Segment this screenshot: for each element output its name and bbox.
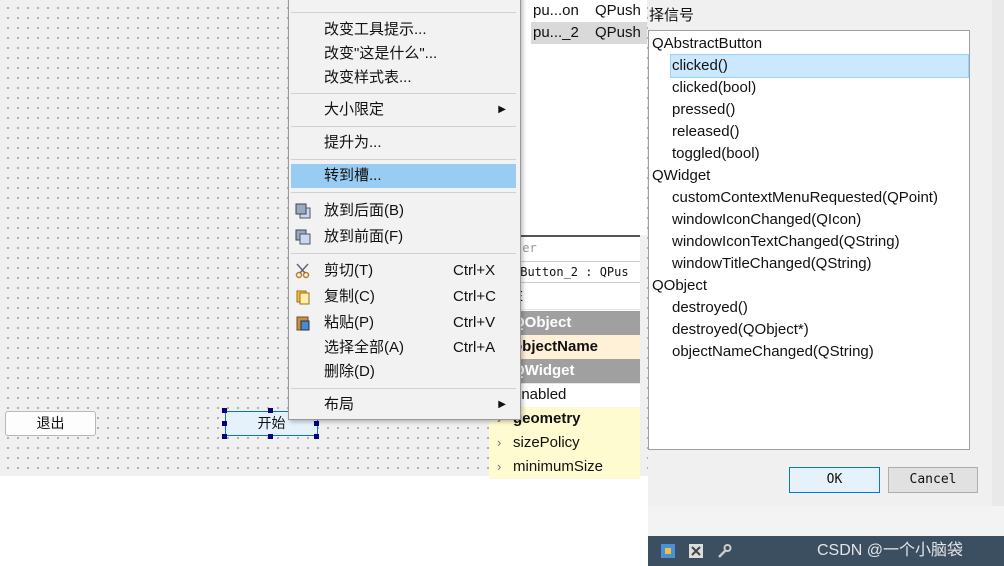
selection-handle[interactable] — [314, 421, 319, 426]
submenu-arrow-icon: ▶ — [498, 399, 506, 410]
menu-separator — [291, 192, 516, 193]
selection-handle[interactable] — [222, 408, 227, 413]
menu-item-bring-to-front[interactable]: 放到前面(F) — [291, 225, 516, 249]
submenu-arrow-icon: ▶ — [498, 104, 506, 115]
menu-item-go-to-slot[interactable]: 转到槽... — [291, 164, 516, 188]
signal-item[interactable]: customContextMenuRequested(QPoint) — [672, 187, 938, 209]
menu-item-promote-to[interactable]: 提升为... — [291, 131, 516, 155]
signal-item[interactable]: released() — [672, 121, 740, 143]
send-to-back-icon — [295, 203, 311, 219]
menu-item-size-constraints[interactable]: 大小限定 ▶ — [291, 98, 516, 122]
signal-list[interactable]: QAbstractButton clicked() clicked(bool) … — [648, 30, 970, 450]
selection-handle[interactable] — [222, 421, 227, 426]
object-class: QPush — [595, 2, 641, 19]
menu-separator — [291, 253, 516, 254]
signal-item[interactable]: pressed() — [672, 99, 735, 121]
window-bottom-area — [648, 506, 1004, 536]
object-class: QPush — [595, 24, 641, 41]
background-window — [992, 0, 1004, 506]
selection-handle[interactable] — [222, 434, 227, 439]
wrench-icon[interactable] — [716, 543, 732, 559]
close-icon[interactable] — [688, 543, 704, 559]
watermark-text: CSDN @一个小脑袋 — [817, 542, 964, 559]
menu-separator — [291, 159, 516, 160]
paste-icon — [296, 316, 310, 331]
menu-item-send-to-back[interactable]: 放到后面(B) — [291, 199, 516, 223]
menu-item-layout[interactable]: 布局 ▶ — [291, 393, 516, 417]
menu-item-change-tooltip[interactable]: 改变工具提示... — [291, 18, 516, 42]
menu-separator — [291, 126, 516, 127]
exit-button[interactable]: 退出 — [5, 411, 96, 436]
chevron-right-icon[interactable]: › — [497, 455, 501, 479]
signal-item[interactable]: windowIconTextChanged(QString) — [672, 231, 900, 253]
menu-separator — [291, 93, 516, 94]
signal-class-header[interactable]: QAbstractButton — [652, 33, 762, 55]
scissors-icon — [295, 263, 310, 279]
bring-to-front-icon — [295, 229, 311, 245]
menu-separator — [291, 388, 516, 389]
signal-item[interactable]: objectNameChanged(QString) — [672, 341, 874, 363]
menu-item-paste[interactable]: 粘贴(P) Ctrl+V — [291, 311, 516, 335]
menu-item-change-stylesheet[interactable]: 改变样式表... — [291, 66, 516, 90]
menu-item-delete[interactable]: 删除(D) — [291, 360, 516, 384]
app-icon[interactable] — [660, 543, 676, 559]
property-row[interactable]: › minimumSize — [489, 455, 640, 479]
signal-item[interactable]: destroyed() — [672, 297, 748, 319]
signal-item[interactable]: clicked() — [670, 54, 969, 78]
menu-item-cut[interactable]: 剪切(T) Ctrl+X — [291, 259, 516, 283]
selection-handle[interactable] — [314, 434, 319, 439]
menu-item-select-all[interactable]: 选择全部(A) Ctrl+A — [291, 336, 516, 360]
menu-item-copy[interactable]: 复制(C) Ctrl+C — [291, 285, 516, 309]
signal-group-title: 择信号 — [649, 7, 695, 24]
context-menu: 改变工具提示... 改变"这是什么"... 改变样式表... 大小限定 ▶ 提升为… — [288, 0, 521, 420]
signal-class-header[interactable]: QObject — [652, 275, 707, 297]
signal-item[interactable]: toggled(bool) — [672, 143, 760, 165]
property-row[interactable]: › sizePolicy — [489, 431, 640, 456]
signal-item[interactable]: windowTitleChanged(QString) — [672, 253, 872, 275]
chevron-right-icon[interactable]: › — [497, 431, 501, 455]
object-name: pu...on — [533, 2, 579, 19]
menu-separator — [291, 12, 516, 13]
selection-handle[interactable] — [268, 408, 273, 413]
object-row[interactable]: pu..._2 QPush — [531, 22, 647, 44]
object-inspector: pu...on QPush pu..._2 QPush — [519, 0, 647, 235]
ok-button[interactable]: OK — [789, 467, 880, 493]
object-row[interactable]: pu...on QPush — [519, 0, 647, 22]
selection-handle[interactable] — [268, 434, 273, 439]
signal-item[interactable]: clicked(bool) — [672, 77, 756, 99]
copy-icon — [296, 290, 310, 305]
cancel-button[interactable]: Cancel — [888, 467, 978, 493]
signal-item[interactable]: windowIconChanged(QIcon) — [672, 209, 861, 231]
signal-item[interactable]: destroyed(QObject*) — [672, 319, 809, 341]
menu-item-change-whats-this[interactable]: 改变"这是什么"... — [291, 42, 516, 66]
signal-class-header[interactable]: QWidget — [652, 165, 710, 187]
object-name: pu..._2 — [533, 24, 579, 41]
